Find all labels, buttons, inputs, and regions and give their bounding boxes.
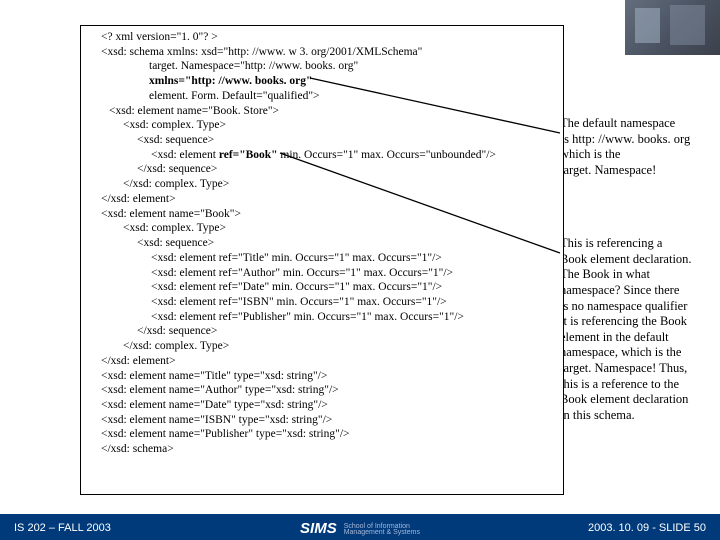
code-line: target. Namespace="http: //www. books. o… xyxy=(87,59,557,74)
code-line: </xsd: complex. Type> xyxy=(87,177,557,192)
code-line: <xsd: element ref="Publisher" min. Occur… xyxy=(87,310,557,325)
code-line: <xsd: element name="ISBN" type="xsd: str… xyxy=(87,413,557,428)
code-span: <xsd: element xyxy=(151,149,219,161)
code-line: <xsd: element ref="Author" min. Occurs="… xyxy=(87,266,557,281)
code-line: <xsd: element name="Book. Store"> xyxy=(87,104,557,119)
sims-sub2: Management & Systems xyxy=(344,529,420,536)
code-span: min. Occurs="1" max. Occurs="unbounded"/… xyxy=(280,149,496,161)
sims-subtitle: School of Information Management & Syste… xyxy=(344,524,420,537)
code-line: </xsd: sequence> xyxy=(87,324,557,339)
annotation-book-reference: This is referencing a Book element decla… xyxy=(560,236,720,424)
footer-right: 2003. 10. 09 - SLIDE 50 xyxy=(588,522,706,534)
code-line: </xsd: schema> xyxy=(87,442,557,457)
code-line: </xsd: element> xyxy=(87,192,557,207)
code-line: <xsd: element name="Title" type="xsd: st… xyxy=(87,369,557,384)
code-line: <xsd: element ref="Date" min. Occurs="1"… xyxy=(87,280,557,295)
code-line: <xsd: complex. Type> xyxy=(87,118,557,133)
code-line-refbook: <xsd: element ref="Book" min. Occurs="1"… xyxy=(87,148,557,163)
code-line: </xsd: complex. Type> xyxy=(87,339,557,354)
code-line: element. Form. Default="qualified"> xyxy=(87,89,557,104)
sims-text: SIMS xyxy=(300,520,337,537)
code-line: <xsd: element name="Author" type="xsd: s… xyxy=(87,383,557,398)
annotation-default-namespace: The default namespace Is http: //www. bo… xyxy=(560,116,720,179)
code-line: <xsd: element name="Publisher" type="xsd… xyxy=(87,427,557,442)
code-line: <xsd: element name="Book"> xyxy=(87,207,557,222)
code-span-bold: ref="Book" xyxy=(219,149,281,161)
code-line: </xsd: sequence> xyxy=(87,162,557,177)
footer-left: IS 202 – FALL 2003 xyxy=(14,522,111,534)
code-line: </xsd: element> xyxy=(87,354,557,369)
code-line-xmlns: xmlns="http: //www. books. org" xyxy=(87,74,557,89)
sims-logo: SIMS School of Information Management & … xyxy=(300,520,420,537)
code-line: <xsd: element ref="Title" min. Occurs="1… xyxy=(87,251,557,266)
code-line: <xsd: sequence> xyxy=(87,133,557,148)
code-line: <xsd: element ref="ISBN" min. Occurs="1"… xyxy=(87,295,557,310)
code-line: <xsd: schema xmlns: xsd="http: //www. w … xyxy=(87,45,557,60)
code-line: <xsd: complex. Type> xyxy=(87,221,557,236)
code-line: <? xml version="1. 0"? > xyxy=(87,30,557,45)
header-photo xyxy=(625,0,720,55)
code-line: <xsd: element name="Date" type="xsd: str… xyxy=(87,398,557,413)
xsd-code-block: <? xml version="1. 0"? > <xsd: schema xm… xyxy=(80,25,564,495)
code-line: <xsd: sequence> xyxy=(87,236,557,251)
